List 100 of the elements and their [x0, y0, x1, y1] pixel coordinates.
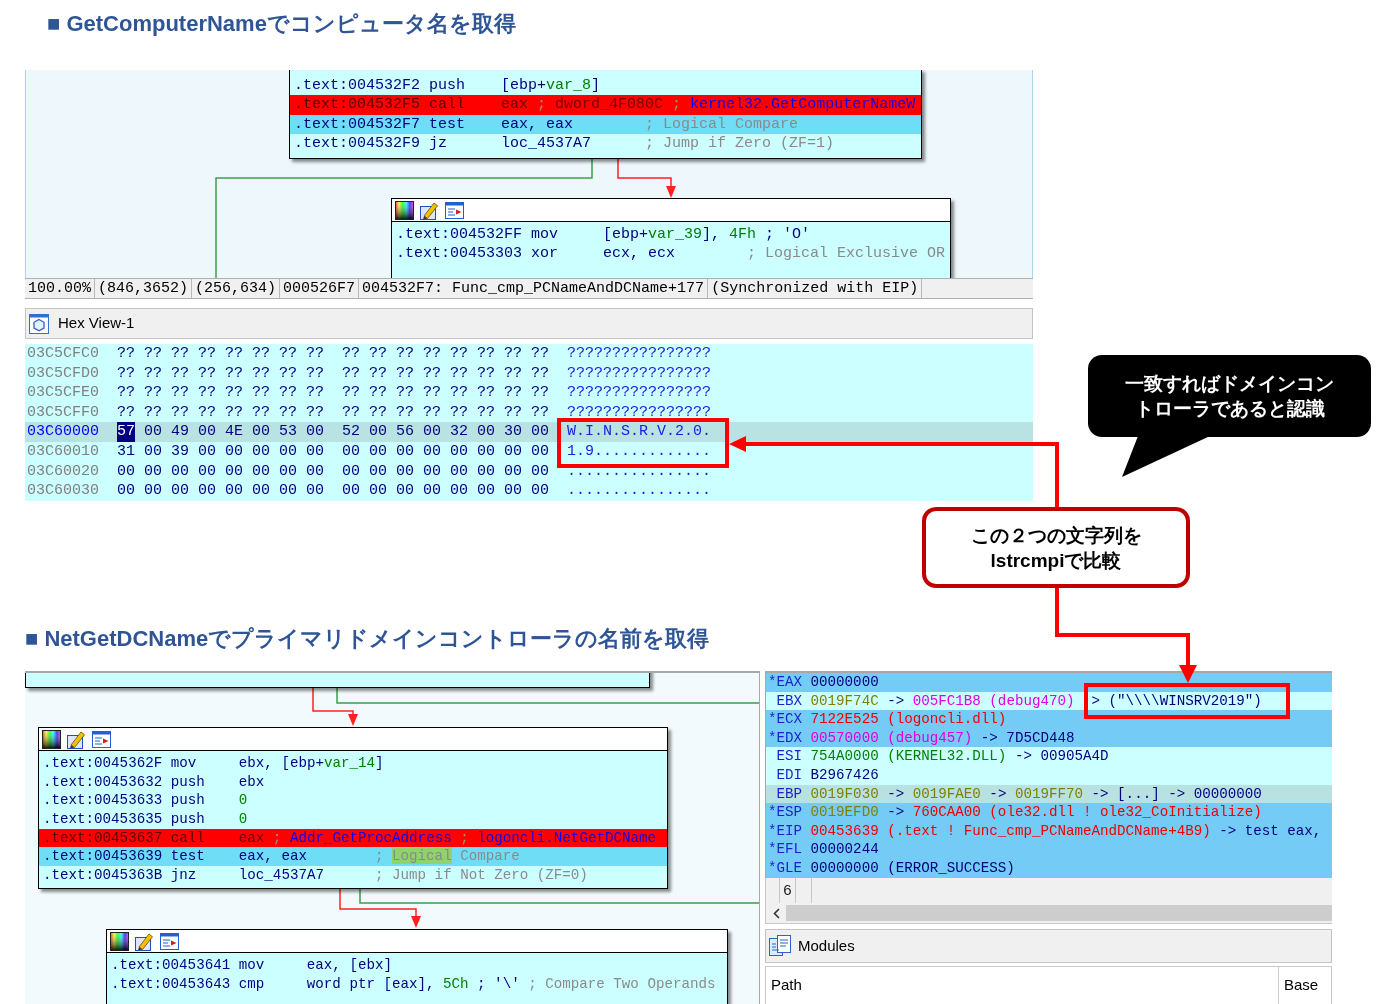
- hex-byte: ??: [171, 383, 189, 403]
- section-heading: ■ GetComputerNameでコンピュータ名を取得: [47, 10, 516, 38]
- column-header[interactable]: Path: [771, 976, 802, 993]
- hex-byte: ??: [423, 402, 441, 423]
- bubble-text: 一致すればドメインコン トローラであると認識: [1125, 372, 1334, 421]
- status-cell: (Synchronized with EIP): [708, 279, 923, 298]
- register-name: EBP: [776, 784, 803, 804]
- hex-byte: ??: [306, 402, 324, 423]
- hex-byte: ??: [423, 383, 441, 403]
- code-address: .text:0045362F: [43, 754, 163, 773]
- hex-byte: 00: [477, 461, 495, 482]
- hex-address: 03C60010: [27, 441, 99, 462]
- register-value: 0019EFD0 -> 760CAA00 (ole32.dll ! ole32_CoInitialize): [810, 803, 1262, 822]
- register-value: 00000000: [810, 673, 879, 692]
- register-value: 0019F030 -> 0019FAE0 -> 0019FF70 -> [...] -> 00000000: [810, 784, 1262, 804]
- hex-byte: 00: [423, 422, 441, 442]
- hex-byte: 00: [531, 461, 549, 482]
- window-list-icon[interactable]: [445, 200, 464, 220]
- register-name: *ESP: [768, 803, 803, 822]
- hex-address: 03C60000: [27, 422, 99, 442]
- code-mnemonic: push: [429, 77, 466, 94]
- code-address: .text:00453637: [43, 828, 163, 848]
- code-mnemonic: cmp: [238, 975, 265, 992]
- hex-byte: 00: [252, 441, 270, 462]
- window-list-icon[interactable]: [160, 931, 179, 951]
- code-address: .text:00453643: [111, 974, 231, 994]
- hex-byte: ??: [252, 344, 270, 364]
- hex-byte: 00: [504, 481, 522, 501]
- hex-byte: ??: [171, 363, 189, 384]
- column-header[interactable]: Base: [1284, 976, 1319, 993]
- hex-byte: 57: [117, 422, 135, 442]
- hex-byte: 00: [144, 481, 162, 501]
- hex-ascii: ????????????????: [567, 363, 712, 384]
- hex-byte: ??: [279, 363, 297, 384]
- hex-byte: 32: [450, 422, 468, 442]
- document-window-icon[interactable]: [769, 935, 791, 957]
- code-comment: ; Jump if Zero (ZF=1): [645, 134, 835, 154]
- hex-byte: ??: [306, 344, 324, 364]
- hex-byte: ??: [225, 344, 243, 364]
- hex-byte: 00: [342, 441, 360, 462]
- code-comment: ; Logical Exclusive OR: [747, 244, 946, 264]
- color-gradient-icon[interactable]: [42, 729, 61, 749]
- pencil-icon[interactable]: [420, 200, 439, 220]
- hex-byte: 00: [279, 461, 297, 482]
- hex-byte: ??: [117, 344, 135, 364]
- hex-byte: 00: [450, 441, 468, 462]
- hex-address: 03C5CFE0: [27, 383, 99, 403]
- code-comment: ; '\' ; Compare Two Operands: [477, 974, 716, 994]
- hex-byte: 00: [144, 422, 162, 442]
- hex-byte: ??: [504, 402, 522, 423]
- color-gradient-icon[interactable]: [110, 931, 129, 951]
- hexagon-window-icon[interactable]: [29, 313, 49, 334]
- register-name: *EFL: [768, 840, 803, 859]
- register-name: *EAX: [768, 673, 803, 692]
- hex-byte: 00: [171, 481, 189, 501]
- hex-byte: ??: [369, 363, 387, 384]
- hex-byte: 00: [369, 481, 387, 501]
- pencil-icon[interactable]: [67, 729, 86, 749]
- code-operands: eax, [ebx]: [306, 957, 392, 973]
- hex-byte: 49: [171, 422, 189, 442]
- hex-byte: 00: [306, 441, 324, 462]
- hex-byte: ??: [504, 344, 522, 364]
- pencil-icon[interactable]: [135, 931, 154, 951]
- hex-byte: ??: [279, 344, 297, 364]
- hex-byte: ??: [117, 383, 135, 403]
- column-label: 6: [783, 880, 792, 901]
- color-gradient-icon[interactable]: [395, 200, 414, 220]
- register-value: 00000244: [810, 840, 879, 859]
- status-cell: (846,3652): [95, 279, 193, 298]
- hex-byte: 00: [306, 481, 324, 501]
- hex-byte: 56: [396, 422, 414, 442]
- hex-byte: ??: [477, 402, 495, 423]
- code-operands: ebx, [ebp+var_14]: [238, 755, 384, 771]
- hex-byte: ??: [450, 344, 468, 364]
- hex-byte: 39: [171, 441, 189, 462]
- hex-byte: 00: [198, 441, 216, 462]
- code-mnemonic: call: [429, 96, 466, 114]
- hex-byte: 00: [144, 441, 162, 462]
- hex-byte: ??: [252, 363, 270, 384]
- code-operands: loc_4537A7: [501, 135, 592, 153]
- hex-byte: ??: [225, 383, 243, 403]
- hex-byte: ??: [198, 402, 216, 423]
- hex-byte: ??: [369, 344, 387, 364]
- hex-byte: ??: [423, 344, 441, 364]
- register-value: 754A0000 (KERNEL32.DLL) -> 00905A4D: [810, 747, 1109, 766]
- code-address: .text:004532F5: [294, 95, 421, 115]
- code-comment: ; Jump if Not Zero (ZF=0): [375, 866, 588, 885]
- status-cell: 100.00%: [25, 279, 95, 298]
- status-cell: (256,634): [192, 279, 281, 298]
- hex-byte: ??: [144, 383, 162, 403]
- hex-byte: 00: [198, 422, 216, 442]
- code-address: .text:00453633: [43, 791, 163, 811]
- hex-byte: 30: [504, 422, 522, 442]
- hex-byte: 00: [450, 461, 468, 482]
- scrollbar-thumb[interactable]: [786, 905, 1332, 921]
- hex-ascii: ................: [567, 481, 712, 501]
- code-comment: ; Logical Compare: [375, 847, 520, 867]
- window-list-icon[interactable]: [92, 729, 111, 749]
- code-address: .text:00453641: [111, 956, 231, 975]
- hex-byte: ??: [171, 402, 189, 423]
